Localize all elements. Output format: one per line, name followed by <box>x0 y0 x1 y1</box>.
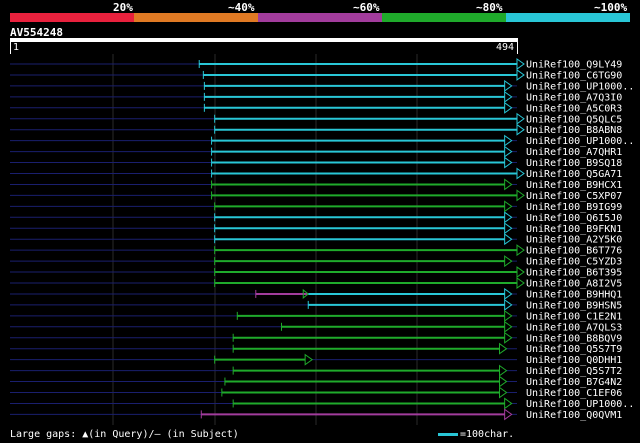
hit-arrow-icon <box>499 364 508 377</box>
hit-arrow-icon <box>504 211 513 224</box>
hit-label[interactable]: UniRef100_A7QHR1 <box>526 147 622 158</box>
hit-arrow-icon <box>504 309 513 322</box>
hit-arrow-icon <box>504 156 513 169</box>
hit-row[interactable]: UniRef100_UP1000.. <box>10 134 634 148</box>
hit-arrow-icon <box>504 178 513 191</box>
hit-label[interactable]: UniRef100_C6TG90 <box>526 70 622 81</box>
hit-label[interactable]: UniRef100_UP1000.. <box>526 136 634 147</box>
hit-arrow-icon <box>516 112 525 125</box>
hit-arrow-icon <box>504 298 513 311</box>
hit-arrow-icon <box>504 255 513 268</box>
hit-arrow-icon <box>504 222 513 235</box>
hit-label[interactable]: UniRef100_A5C0R3 <box>526 103 622 114</box>
hit-arrow-icon <box>504 101 513 114</box>
hit-label[interactable]: UniRef100_Q0QVM1 <box>526 410 622 421</box>
hit-row[interactable]: UniRef100_UP1000.. <box>10 79 634 93</box>
hit-label[interactable]: UniRef100_C1E2N1 <box>526 311 622 322</box>
hit-arrow-icon <box>504 134 513 147</box>
hit-arrow-icon <box>504 331 513 344</box>
hit-arrow-icon <box>504 145 513 158</box>
hit-label[interactable]: UniRef100_UP1000.. <box>526 81 634 92</box>
hit-label[interactable]: UniRef100_B6T395 <box>526 268 622 279</box>
hit-label[interactable]: UniRef100_A7QLS3 <box>526 322 622 333</box>
hit-arrow-icon <box>504 90 513 103</box>
hit-alignments: UniRef100_Q9LY49UniRef100_C6TG90UniRef10… <box>10 54 634 425</box>
hit-label[interactable]: UniRef100_A7Q3I0 <box>526 92 622 103</box>
hit-label[interactable]: UniRef100_B9HCX1 <box>526 180 622 191</box>
hit-row[interactable]: UniRef100_UP1000.. <box>10 397 634 410</box>
hit-arrow-icon <box>516 277 525 289</box>
gap-legend: Large gaps: ▲(in Query)/– (in Subject) <box>10 429 239 440</box>
scale-bar-icon <box>438 432 458 436</box>
hit-arrow-icon <box>504 233 513 246</box>
hit-arrow-icon <box>304 353 314 366</box>
hit-label[interactable]: UniRef100_Q9LY49 <box>526 60 622 71</box>
hit-label[interactable]: UniRef100_B9IG99 <box>526 202 622 213</box>
hit-arrow-icon <box>516 167 525 180</box>
hit-label[interactable]: UniRef100_C5YZD3 <box>526 257 622 268</box>
hit-label[interactable]: UniRef100_A8I2V5 <box>526 279 622 290</box>
hit-arrow-icon <box>516 244 525 257</box>
hit-label[interactable]: UniRef100_B8BQV9 <box>526 333 622 344</box>
hit-arrow-icon <box>516 68 525 81</box>
hit-label[interactable]: UniRef100_B9HHQ1 <box>526 289 622 300</box>
hit-arrow-icon <box>516 123 525 136</box>
hit-label[interactable]: UniRef100_Q5S7T2 <box>526 366 622 377</box>
hit-arrow-icon <box>504 79 513 92</box>
hit-label[interactable]: UniRef100_Q5QLC5 <box>526 114 622 125</box>
hit-label[interactable]: UniRef100_Q0DHH1 <box>526 355 622 366</box>
hit-label[interactable]: UniRef100_C5XP07 <box>526 191 622 202</box>
hit-arrow-icon <box>516 266 525 279</box>
hit-arrow-icon <box>504 200 513 213</box>
hit-arrow-icon <box>499 375 508 388</box>
hit-label[interactable]: UniRef100_A2Y5K0 <box>526 235 622 246</box>
hit-label[interactable]: UniRef100_Q5GA71 <box>526 169 622 180</box>
hit-arrow-icon <box>516 58 525 70</box>
hit-label[interactable]: UniRef100_Q5S7T9 <box>526 344 622 355</box>
hit-label[interactable]: UniRef100_B7G4N2 <box>526 377 622 388</box>
scale-text: =100char. <box>460 429 515 440</box>
hit-arrow-icon <box>499 342 508 355</box>
hit-arrow-icon <box>499 386 508 399</box>
hit-label[interactable]: UniRef100_B8ABN8 <box>526 125 622 136</box>
hit-label[interactable]: UniRef100_B9SQ18 <box>526 158 622 169</box>
hit-label[interactable]: UniRef100_B9HSN5 <box>526 300 622 311</box>
hit-arrow-icon <box>516 189 525 202</box>
hit-arrow-icon <box>504 320 513 333</box>
hit-label[interactable]: UniRef100_B6T776 <box>526 246 622 257</box>
hit-label[interactable]: UniRef100_B9FKN1 <box>526 224 622 235</box>
hit-label[interactable]: UniRef100_C1EF06 <box>526 388 622 399</box>
hit-label[interactable]: UniRef100_UP1000.. <box>526 399 634 410</box>
hit-arrow-icon <box>504 408 513 421</box>
hit-label[interactable]: UniRef100_Q6I5J0 <box>526 213 622 224</box>
scale-legend: =100char. <box>438 429 514 440</box>
hit-arrow-icon <box>504 287 513 300</box>
hit-arrow-icon <box>504 397 513 410</box>
